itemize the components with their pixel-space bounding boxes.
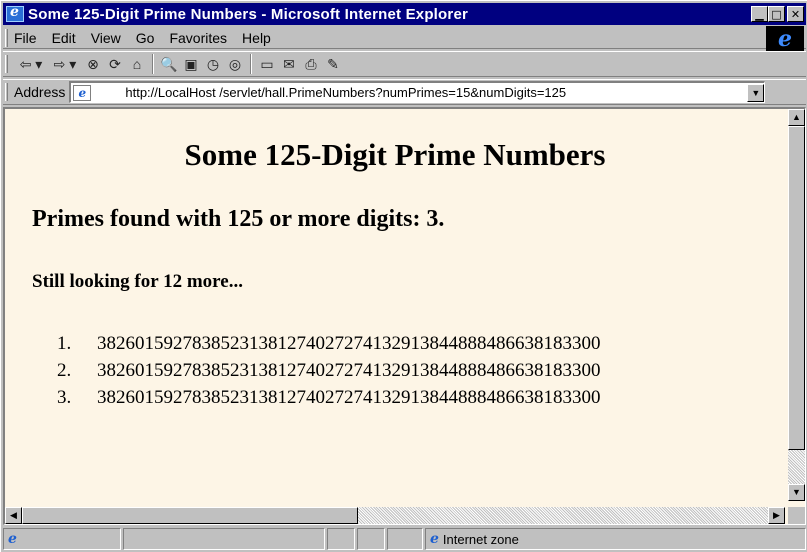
list-item: 1. 38260159278385231381274027274132913844… bbox=[57, 330, 601, 357]
fullscreen-button[interactable]: ▭ bbox=[256, 53, 278, 75]
scroll-down-button[interactable]: ▼ bbox=[788, 484, 805, 501]
page-status-icon: e bbox=[8, 531, 17, 547]
browser-window: Some 125-Digit Prime Numbers - Microsoft… bbox=[0, 0, 807, 552]
window-title: Some 125-Digit Prime Numbers - Microsoft… bbox=[28, 5, 469, 23]
primes-found-heading: Primes found with 125 or more digits: 3. bbox=[32, 206, 445, 232]
maximize-button[interactable]: □ bbox=[768, 6, 785, 22]
menu-grip[interactable] bbox=[5, 28, 8, 47]
list-number: 2. bbox=[57, 360, 72, 381]
history-button[interactable]: ◷ bbox=[202, 53, 224, 75]
toolbar-separator bbox=[250, 54, 252, 74]
list-number: 3. bbox=[57, 387, 72, 408]
menu-help[interactable]: Help bbox=[242, 30, 271, 46]
close-button[interactable]: ✕ bbox=[787, 6, 804, 22]
page-heading: Some 125-Digit Prime Numbers bbox=[184, 137, 606, 172]
page-viewport: Some 125-Digit Prime Numbers Primes foun… bbox=[3, 107, 806, 525]
status-main-panel: e bbox=[3, 528, 121, 550]
refresh-button[interactable]: ⟳ bbox=[104, 53, 126, 75]
status-offline-panel bbox=[387, 528, 423, 550]
zone-label: Internet zone bbox=[442, 531, 519, 547]
horizontal-scroll-thumb[interactable] bbox=[22, 507, 358, 524]
status-secure-panel bbox=[357, 528, 385, 550]
scroll-up-button[interactable]: ▲ bbox=[788, 109, 805, 126]
menu-go[interactable]: Go bbox=[136, 30, 155, 46]
menu-edit[interactable]: Edit bbox=[52, 30, 76, 46]
prime-list: 1. 38260159278385231381274027274132913844… bbox=[57, 330, 601, 411]
vertical-scroll-thumb[interactable] bbox=[788, 126, 805, 450]
page-icon: e bbox=[73, 84, 92, 101]
forward-button[interactable]: ⇨ ▾ bbox=[48, 53, 82, 75]
status-text-panel bbox=[123, 528, 325, 550]
ie-app-icon[interactable] bbox=[6, 4, 24, 22]
status-zone-panel: e Internet zone bbox=[425, 528, 806, 550]
window-controls: ▁ □ ✕ bbox=[751, 6, 804, 22]
toolbar-grip[interactable] bbox=[5, 55, 8, 73]
channels-button[interactable]: ◎ bbox=[224, 53, 246, 75]
standard-toolbar: ⇦ ▾ ⇨ ▾ ⊗ ⟳ ⌂ 🔍 ▣ ◷ ◎ ▭ ✉ ⎙ ✎ bbox=[3, 51, 806, 77]
back-button[interactable]: ⇦ ▾ bbox=[14, 53, 48, 75]
mail-button[interactable]: ✉ bbox=[278, 53, 300, 75]
home-button[interactable]: ⌂ bbox=[126, 53, 148, 75]
internet-zone-icon: e bbox=[430, 531, 439, 547]
vertical-scrollbar[interactable]: ▲ ▼ bbox=[788, 109, 805, 501]
status-bar: e e Internet zone bbox=[3, 527, 806, 551]
list-number: 1. bbox=[57, 333, 72, 354]
menu-file[interactable]: File bbox=[14, 30, 37, 46]
scroll-corner bbox=[788, 507, 805, 524]
search-button[interactable]: 🔍 bbox=[158, 53, 180, 75]
minimize-button[interactable]: ▁ bbox=[751, 6, 768, 22]
address-label: Address bbox=[14, 84, 66, 100]
favorites-button[interactable]: ▣ bbox=[180, 53, 202, 75]
menu-bar: File Edit View Go Favorites Help bbox=[3, 27, 806, 49]
still-looking-heading: Still looking for 12 more... bbox=[32, 271, 243, 292]
print-button[interactable]: ⎙ bbox=[300, 53, 322, 75]
horizontal-scrollbar[interactable]: ◀ ▶ bbox=[5, 507, 785, 524]
address-input[interactable]: e http://LocalHost /servlet/hall.PrimeNu… bbox=[69, 81, 766, 103]
address-url[interactable]: http://LocalHost /servlet/hall.PrimeNumb… bbox=[125, 85, 747, 100]
title-bar[interactable]: Some 125-Digit Prime Numbers - Microsoft… bbox=[3, 3, 806, 25]
prime-value: 3826015927838523138127402727413291384488… bbox=[97, 360, 601, 381]
scroll-left-button[interactable]: ◀ bbox=[5, 507, 22, 524]
address-dropdown-button[interactable]: ▼ bbox=[747, 83, 765, 102]
address-grip[interactable] bbox=[5, 83, 8, 101]
list-item: 2. 38260159278385231381274027274132913844… bbox=[57, 357, 601, 384]
menu-favorites[interactable]: Favorites bbox=[169, 30, 227, 46]
edit-button[interactable]: ✎ bbox=[322, 53, 344, 75]
menu-view[interactable]: View bbox=[91, 30, 121, 46]
ie-logo-icon: e bbox=[778, 26, 792, 52]
ie-throbber-logo: e bbox=[766, 26, 804, 52]
status-progress-panel bbox=[327, 528, 355, 550]
prime-value: 3826015927838523138127402727413291384488… bbox=[97, 387, 601, 408]
stop-button[interactable]: ⊗ bbox=[82, 53, 104, 75]
list-item: 3. 38260159278385231381274027274132913844… bbox=[57, 384, 601, 411]
prime-value: 3826015927838523138127402727413291384488… bbox=[97, 333, 601, 354]
page-content: Some 125-Digit Prime Numbers Primes foun… bbox=[5, 109, 785, 501]
scroll-right-button[interactable]: ▶ bbox=[768, 507, 785, 524]
toolbar-separator bbox=[152, 54, 154, 74]
address-bar: Address e http://LocalHost /servlet/hall… bbox=[3, 79, 806, 105]
